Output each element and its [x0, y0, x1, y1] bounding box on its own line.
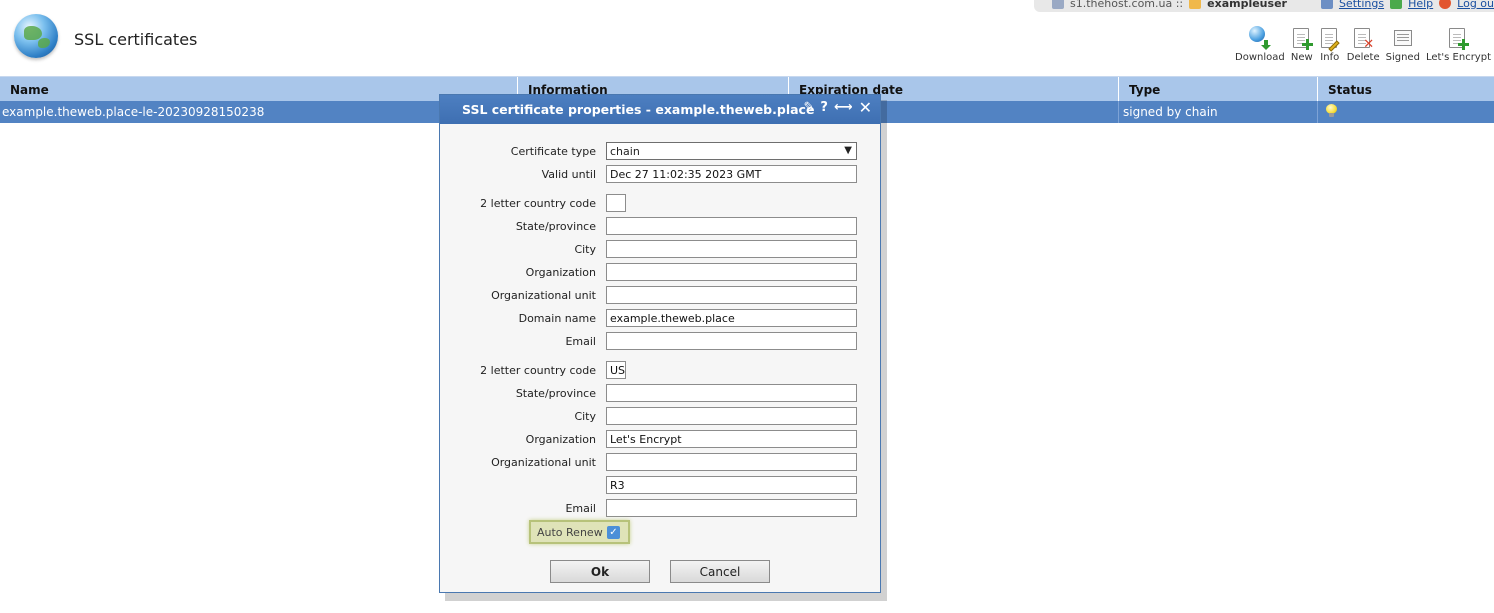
- page-title: SSL certificates: [74, 30, 198, 49]
- auto-renew-option[interactable]: Auto Renew ✓: [529, 520, 630, 544]
- issuer-organization-label: Organization: [525, 433, 596, 446]
- signed-icon: [1393, 30, 1412, 46]
- logout-link[interactable]: Log out: [1457, 0, 1494, 10]
- settings-link[interactable]: Settings: [1339, 0, 1384, 10]
- subject-email-field[interactable]: [606, 332, 857, 350]
- ssl-properties-dialog: SSL certificate properties - example.the…: [439, 94, 881, 593]
- toolbar: Download New Info ✕ Delete Signed Let's …: [1232, 26, 1494, 63]
- download-button[interactable]: Download: [1232, 26, 1288, 63]
- logout-icon: [1439, 0, 1452, 9]
- subject-city-label: City: [574, 243, 596, 256]
- new-label: New: [1290, 52, 1313, 63]
- letsencrypt-button[interactable]: Let's Encrypt: [1423, 26, 1494, 63]
- subject-country-field[interactable]: [606, 194, 626, 212]
- expand-icon[interactable]: ⟷: [834, 100, 853, 116]
- issuer-organization-field[interactable]: Let's Encrypt: [606, 430, 857, 448]
- valid-until-label: Valid until: [541, 168, 596, 181]
- valid-until-field[interactable]: Dec 27 11:02:35 2023 GMT: [606, 165, 857, 183]
- subject-organization-field[interactable]: [606, 263, 857, 281]
- column-header-type[interactable]: Type: [1119, 77, 1318, 102]
- issuer-country-label: 2 letter country code: [480, 364, 596, 377]
- help-icon: [1390, 0, 1403, 9]
- download-label: Download: [1235, 52, 1285, 63]
- dialog-title: SSL certificate properties - example.the…: [462, 102, 815, 117]
- lightbulb-icon: [1326, 104, 1337, 117]
- subject-state-field[interactable]: [606, 217, 857, 235]
- issuer-common-name-field[interactable]: R3: [606, 476, 857, 494]
- session-bar: s1.thehost.com.ua :: exampleuser Setting…: [1034, 0, 1494, 12]
- cell-status: [1318, 101, 1494, 123]
- pin-icon[interactable]: ✎: [804, 100, 815, 116]
- auto-renew-checkbox[interactable]: ✓: [607, 526, 620, 539]
- subject-state-label: State/province: [515, 220, 596, 233]
- issuer-state-label: State/province: [515, 387, 596, 400]
- subject-org-unit-field[interactable]: [606, 286, 857, 304]
- auto-renew-label: Auto Renew: [537, 526, 603, 539]
- cancel-button[interactable]: Cancel: [670, 560, 770, 583]
- signed-button[interactable]: Signed: [1383, 26, 1423, 63]
- subject-organization-label: Organization: [525, 266, 596, 279]
- issuer-org-unit-label: Organizational unit: [491, 456, 596, 469]
- subject-org-unit-label: Organizational unit: [491, 289, 596, 302]
- cell-type: signed by chain: [1119, 101, 1318, 123]
- issuer-city-label: City: [574, 410, 596, 423]
- user-icon: [1189, 0, 1202, 9]
- issuer-org-unit-field[interactable]: [606, 453, 857, 471]
- ok-button[interactable]: Ok: [550, 560, 650, 583]
- help-link[interactable]: Help: [1408, 0, 1433, 10]
- subject-country-label: 2 letter country code: [480, 197, 596, 210]
- issuer-email-label: Email: [565, 502, 596, 515]
- session-host: s1.thehost.com.ua ::: [1070, 0, 1184, 10]
- help-icon[interactable]: ?: [820, 100, 828, 116]
- column-header-status[interactable]: Status: [1318, 77, 1494, 102]
- dialog-title-bar[interactable]: SSL certificate properties - example.the…: [440, 95, 880, 124]
- letsencrypt-label: Let's Encrypt: [1425, 52, 1491, 63]
- subject-city-field[interactable]: [606, 240, 857, 258]
- delete-label: Delete: [1346, 52, 1380, 63]
- issuer-city-field[interactable]: [606, 407, 857, 425]
- session-user[interactable]: exampleuser: [1207, 0, 1287, 10]
- certificate-type-select[interactable]: chain ▼: [606, 142, 857, 160]
- issuer-country-field[interactable]: US: [606, 361, 626, 379]
- server-icon: [1052, 0, 1064, 9]
- signed-label: Signed: [1385, 52, 1420, 63]
- issuer-email-field[interactable]: [606, 499, 857, 517]
- info-label: Info: [1320, 52, 1340, 63]
- info-button[interactable]: Info: [1316, 26, 1344, 63]
- domain-name-field[interactable]: example.theweb.place: [606, 309, 857, 327]
- delete-button[interactable]: ✕ Delete: [1344, 26, 1383, 63]
- certificate-type-label: Certificate type: [510, 145, 596, 158]
- settings-icon: [1320, 0, 1333, 9]
- dialog-controls: ✎ ? ⟷ ✕: [804, 100, 873, 116]
- subject-email-label: Email: [565, 335, 596, 348]
- issuer-state-field[interactable]: [606, 384, 857, 402]
- domain-name-label: Domain name: [518, 312, 596, 325]
- chevron-down-icon: ▼: [844, 145, 852, 156]
- close-icon[interactable]: ✕: [859, 100, 872, 116]
- new-button[interactable]: New: [1288, 26, 1316, 63]
- ssl-globe-icon: [14, 14, 58, 58]
